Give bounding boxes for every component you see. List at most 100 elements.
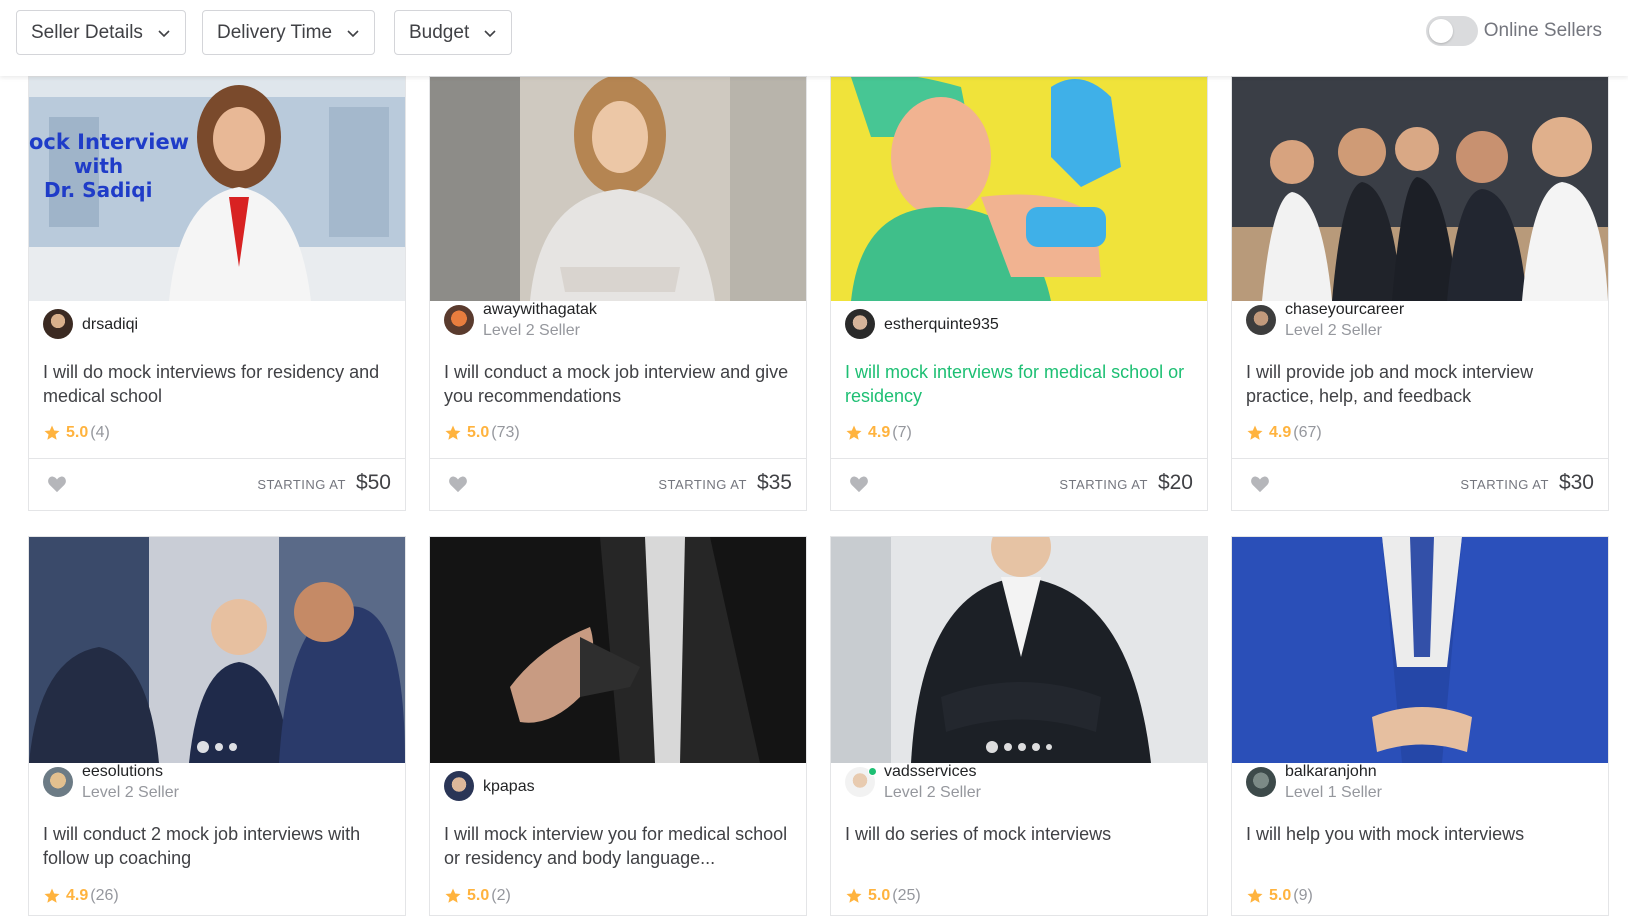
seller-level: Level 2 Seller [884,784,981,801]
online-status-indicator [868,767,877,776]
gig-footer: STARTING AT $20 [831,458,1207,510]
gig-thumbnail[interactable] [831,77,1207,301]
gig-title[interactable]: I will mock interview you for medical sc… [444,822,794,870]
seller-name[interactable]: eesolutions [82,761,179,782]
gig-thumbnail[interactable] [831,537,1207,763]
gig-thumbnail[interactable] [29,537,405,763]
gig-card[interactable]: balkaranjohn Level 1 Seller I will help … [1231,536,1609,916]
price-wrap[interactable]: STARTING AT $35 [658,471,792,495]
toggle-knob [1428,19,1453,43]
seller-text: kpapas [483,776,535,797]
seller-name[interactable]: vadsservices [884,761,981,782]
gig-title[interactable]: I will mock interviews for medical schoo… [845,360,1195,408]
avatar[interactable] [43,309,73,339]
businessman-photo-image [831,537,1207,763]
gig-thumbnail[interactable] [1232,77,1608,301]
carousel-dot[interactable] [986,741,998,753]
price-wrap[interactable]: STARTING AT $50 [257,471,391,495]
seller-details-label: Seller Details [31,21,143,43]
rating-count: (73) [491,424,520,441]
seller-name[interactable]: chaseyourcareer [1285,299,1404,320]
carousel-dot[interactable] [229,743,237,751]
gig-thumbnail[interactable] [1232,537,1608,763]
woman-photo-image [430,77,806,301]
seller-name[interactable]: kpapas [483,776,535,797]
gig-card[interactable]: estherquinte935 I will mock interviews f… [830,76,1208,511]
carousel-dot[interactable] [197,741,209,753]
avatar[interactable] [444,305,474,335]
gig-thumbnail[interactable] [430,537,806,763]
nurse-poster-image [831,77,1207,301]
seller-text: balkaranjohn Level 1 Seller [1285,761,1382,803]
gig-card[interactable]: chaseyourcareer Level 2 Seller I will pr… [1231,76,1609,511]
carousel-dots[interactable] [831,741,1207,753]
seller-details-dropdown[interactable]: Seller Details [16,10,186,55]
delivery-time-dropdown[interactable]: Delivery Time [202,10,376,55]
seller-info: chaseyourcareer Level 2 Seller [1246,299,1404,341]
gig-thumbnail[interactable]: ock Interview with Dr. Sadiqi [29,77,405,301]
price-wrap[interactable]: STARTING AT $30 [1460,471,1594,495]
seller-name[interactable]: balkaranjohn [1285,761,1382,782]
avatar[interactable] [845,309,875,339]
seller-name[interactable]: drsadiqi [82,314,138,335]
budget-dropdown[interactable]: Budget [394,10,513,55]
filter-bar: Seller Details Delivery Time Budget Onli… [0,0,1628,76]
chevron-down-icon [347,29,359,37]
gig-footer: STARTING AT $30 [1232,458,1608,510]
carousel-dots[interactable] [29,741,405,753]
price-wrap[interactable]: STARTING AT $20 [1059,471,1193,495]
heart-icon[interactable] [47,475,67,493]
gig-rating: 5.0 (25) [845,887,921,905]
avatar[interactable] [444,771,474,801]
seller-name[interactable]: estherquinte935 [884,314,999,335]
gig-card[interactable]: awaywithagatak Level 2 Seller I will con… [429,76,807,511]
chevron-down-icon [484,29,496,37]
gig-card[interactable]: eesolutions Level 2 Seller I will conduc… [28,536,406,916]
carousel-dot[interactable] [1046,744,1052,750]
gig-title[interactable]: I will conduct 2 mock job interviews wit… [43,822,393,870]
heart-icon[interactable] [1250,475,1270,493]
gig-title[interactable]: I will conduct a mock job interview and … [444,360,794,408]
seller-info: vadsservices Level 2 Seller [845,761,981,803]
avatar[interactable] [1246,305,1276,335]
rating-value: 5.0 [467,887,490,904]
gig-title[interactable]: I will do mock interviews for residency … [43,360,393,408]
heart-icon[interactable] [448,475,468,493]
delivery-time-label: Delivery Time [217,21,333,43]
gig-rating: 4.9 (26) [43,887,119,905]
gig-price: $20 [1157,471,1193,494]
gig-card[interactable]: ock Interview with Dr. Sadiqi drsadiqi I… [28,76,406,511]
rating-count: (67) [1293,424,1322,441]
carousel-dot[interactable] [1032,743,1040,751]
gig-title[interactable]: I will help you with mock interviews [1246,822,1596,846]
rating-value: 5.0 [1269,887,1292,904]
rating-value: 5.0 [66,424,89,441]
seller-info: awaywithagatak Level 2 Seller [444,299,597,341]
carousel-dot[interactable] [215,743,223,751]
star-icon [44,425,60,440]
heart-icon[interactable] [849,475,869,493]
gig-price: $35 [756,471,792,494]
carousel-dot[interactable] [1018,743,1026,751]
rating-value: 4.9 [868,424,891,441]
seller-text: drsadiqi [82,314,138,335]
avatar[interactable] [1246,767,1276,797]
seller-text: chaseyourcareer Level 2 Seller [1285,299,1404,341]
gig-card[interactable]: vadsservices Level 2 Seller I will do se… [830,536,1208,916]
star-icon [846,888,862,903]
online-sellers-toggle[interactable] [1425,16,1478,46]
gig-thumbnail[interactable] [430,77,806,301]
carousel-dot[interactable] [1004,743,1012,751]
svg-text:Dr. Sadiqi: Dr. Sadiqi [44,178,152,202]
chevron-down-icon [158,29,170,37]
gig-title[interactable]: I will do series of mock interviews [845,822,1195,846]
star-icon [445,425,461,440]
seller-name[interactable]: awaywithagatak [483,299,597,320]
avatar[interactable] [43,767,73,797]
gig-card[interactable]: kpapas I will mock interview you for med… [429,536,807,916]
gig-price: $30 [1558,471,1594,494]
applause-team-image [1232,77,1608,301]
avatar[interactable] [845,767,877,797]
starting-at-label: STARTING AT [257,477,346,492]
gig-title[interactable]: I will provide job and mock interview pr… [1246,360,1596,408]
